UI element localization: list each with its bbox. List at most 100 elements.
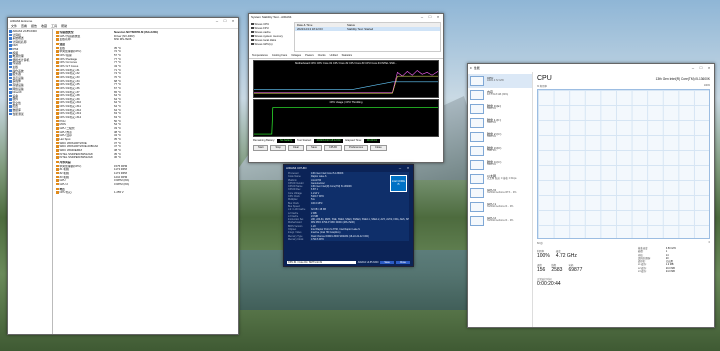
sensor-icon — [56, 179, 59, 182]
maximize-icon[interactable]: □ — [222, 18, 228, 24]
cpuid-title: AIDA64 CPUID — [286, 166, 307, 170]
sensor-icon — [56, 79, 59, 83]
sensor-label: GPU 热点 — [59, 130, 72, 134]
sensor-label: INTEL SSDPEKNW512G8 — [59, 152, 93, 156]
menu-item[interactable]: 报告 — [31, 24, 37, 28]
intel-core-logo: intel CORE i5 — [390, 175, 407, 192]
stability-button[interactable]: Preferences — [344, 144, 369, 151]
sidebar-item[interactable]: 磁盘 0 (E:) SSD 0% — [468, 102, 532, 116]
sensor-icon — [56, 72, 59, 75]
tree-node-icon — [9, 62, 12, 65]
stability-button[interactable]: Close — [370, 144, 387, 151]
checkbox[interactable] — [251, 26, 254, 30]
sensor-label: CPU 插座 — [59, 53, 72, 57]
stability-button[interactable]: Stop — [270, 144, 286, 151]
stress-option[interactable]: Stress GPU(s) — [251, 42, 291, 46]
utilization-axis-label: % 利用率 — [537, 85, 547, 88]
close-icon[interactable]: × — [405, 165, 411, 171]
sidebar-item[interactable]: GPU 1 NVIDIA GeForce R... 0% — [468, 200, 532, 214]
cpuid-key: Memory Clock — [288, 237, 304, 241]
tab[interactable]: Clocks — [318, 54, 326, 58]
stability-button[interactable]: Start — [253, 144, 269, 151]
tab[interactable]: Powers — [305, 54, 314, 58]
stability-button[interactable]: Clear — [287, 144, 305, 151]
sidebar-item[interactable]: 磁盘 1 (F:) SSD 0% — [468, 116, 532, 130]
sensor-row[interactable]: GPU 2 0 RPM (0%) — [56, 182, 235, 187]
menu-item[interactable]: 查看 — [21, 24, 27, 28]
utilization-axis-max: 100% — [703, 84, 710, 87]
sensor-row[interactable]: INTEL SSDPEKNW512G8 36 °C — [56, 156, 235, 160]
sidebar-item[interactable]: GPU 0 NVIDIA GeForce RTX... 0% — [468, 186, 532, 200]
sensor-label: INTEL SSDPEKNW512G8 — [59, 156, 93, 160]
tree-node-icon — [9, 109, 12, 112]
test-started-label: Test Started: — [297, 139, 312, 143]
sensor-label: CPU 核心 — [59, 191, 72, 195]
stability-button[interactable]: Save — [306, 144, 322, 151]
sensor-icon — [56, 171, 59, 175]
maximize-icon[interactable]: □ — [427, 14, 433, 20]
menu-item[interactable]: 收藏 — [41, 24, 47, 28]
minimize-icon[interactable]: – — [397, 165, 403, 171]
sensor-name: GPU 2 — [56, 183, 114, 187]
mini-graph — [470, 76, 484, 86]
checkbox[interactable] — [251, 42, 254, 46]
checkbox[interactable] — [251, 30, 254, 34]
spec-value: 24.0 MB — [665, 270, 675, 274]
minimize-icon[interactable]: – — [419, 14, 425, 20]
sensor-icon — [56, 83, 59, 86]
cpu-utilization-graph — [537, 89, 710, 239]
stat: 速度 4.72 GHz — [556, 249, 577, 259]
sensor-icon — [56, 187, 59, 191]
sidebar-item[interactable]: CPU 100% 4.72 GHz — [468, 74, 532, 88]
sensor-row[interactable]: CPU 核心 1.255 V — [56, 191, 235, 195]
mini-graph — [470, 188, 484, 198]
sensor-label: WDC WD40EZRZ — [59, 149, 83, 152]
checkbox[interactable] — [251, 38, 254, 42]
menu-item[interactable]: 帮助 — [61, 24, 67, 28]
maximize-icon[interactable]: □ — [698, 65, 704, 71]
tab[interactable]: Voltages — [291, 54, 301, 58]
tab[interactable]: Cooling Fans — [272, 54, 287, 58]
sensor-icon — [56, 64, 59, 68]
sensor-label: CPU #1/核心 #11 — [59, 105, 81, 109]
sidebar-item[interactable]: 以太网 以太网 发送: 0 接收: 0 Kbps — [468, 172, 532, 186]
sensor-row[interactable]: 主板名称 MSI MS-7E06 — [56, 38, 235, 42]
tree-item-label: 性能测试 — [12, 111, 24, 116]
hamburger-menu-icon[interactable]: ≡ — [470, 66, 472, 70]
cpu-spec-list: 基准速度: 3.50 GHz 插槽: 1 内核: 14 逻辑处理器: 20 虚拟化: 已启用 L1 … — [638, 247, 676, 273]
stability-button[interactable]: CPUID — [323, 144, 343, 151]
save-button[interactable]: Save — [380, 260, 394, 264]
close-button[interactable]: Close — [395, 260, 410, 264]
sidebar-item[interactable]: 磁盘 3 (D:) HDD 0% — [468, 144, 532, 158]
core-select[interactable]: CPU #1 / Core #1 / SMT Unit #1 — [287, 260, 356, 264]
tree-item[interactable]: 性能测试 — [9, 111, 51, 117]
close-icon[interactable]: × — [230, 18, 236, 24]
sensor-label: GPU 2 — [59, 182, 68, 186]
sensor-label: WDC WDS100T2X0E — [59, 141, 87, 145]
sidebar-item[interactable]: 磁盘 2 (C:) SSD 0% — [468, 130, 532, 144]
stress-checkbox-list: Stress CPU Stress FPU Stress cache Stress s… — [251, 22, 291, 52]
sidebar-item[interactable]: 磁盘 4 (C:) SSD 0% — [468, 158, 532, 172]
close-icon[interactable]: × — [706, 65, 712, 71]
sidebar-item[interactable]: GPU 2 NVIDIA GeForce R... 0% — [468, 214, 532, 228]
menu-item[interactable]: 文件 — [11, 24, 17, 28]
sensor-name: INTEL SSDPEKNW512G8 — [56, 156, 114, 160]
menu-item[interactable]: 工具 — [51, 24, 57, 28]
tab[interactable]: Statistics — [342, 54, 352, 58]
sensor-icon — [56, 38, 59, 41]
sidebar-item-detail: SSD 0% — [487, 107, 497, 110]
sensor-name: CPU 核心 — [56, 191, 114, 195]
minimize-icon[interactable]: – — [690, 65, 696, 71]
checkbox[interactable] — [251, 22, 254, 26]
tab[interactable]: Temperatures — [252, 54, 268, 58]
checkbox[interactable] — [251, 34, 254, 38]
sidebar-item-detail: 10.7/31.8 GB (34%) — [487, 93, 509, 96]
minimize-icon[interactable]: – — [214, 18, 220, 24]
tab[interactable]: Unified — [330, 54, 338, 58]
sidebar-item[interactable]: 内存 10.7/31.8 GB (34%) — [468, 88, 532, 102]
table-row[interactable]: 2022/12/13 18:12:03 Stability Test: Start… — [295, 27, 440, 31]
sensor-icon — [56, 42, 59, 46]
close-icon[interactable]: × — [435, 14, 441, 20]
sensor-label: CPU #1/核心 #2 — [59, 72, 80, 76]
stat: 进程 156 — [537, 263, 545, 273]
